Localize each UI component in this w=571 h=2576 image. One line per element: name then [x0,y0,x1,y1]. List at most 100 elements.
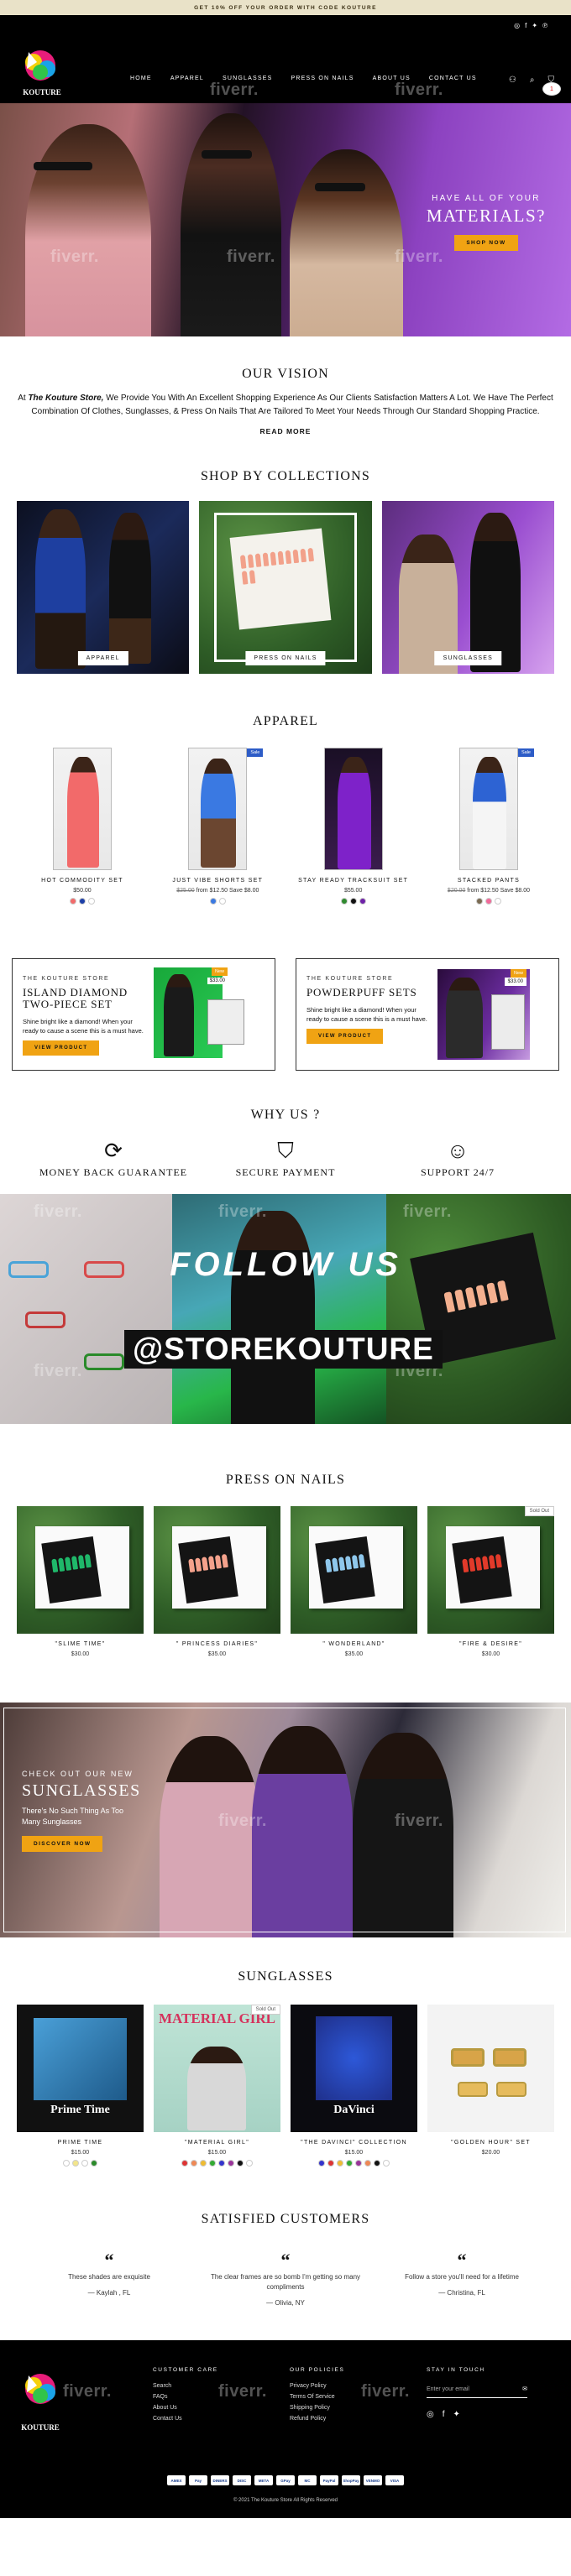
hero-title: MATERIALS? [426,206,546,226]
product-card[interactable]: Sale STACKED PANTS $20.00 from $12.50 Sa… [427,748,551,905]
view-product-button[interactable]: VIEW PRODUCT [23,1040,100,1056]
paypal-icon: PayPal [320,2475,338,2485]
product-name: HOT COMMODITY SET [41,878,123,884]
product-price: $25.00 from $12.50 Save $8.00 [176,888,259,894]
sold-out-badge: Sold Out [250,2005,280,2015]
nav-apparel[interactable]: APPAREL [170,76,204,81]
view-product-button[interactable]: VIEW PRODUCT [306,1029,384,1044]
sale-badge: Sale [517,748,534,757]
product-name: STACKED PANTS [457,878,521,884]
quote-icon: “ [280,2250,291,2271]
product-card[interactable]: "GOLDEN HOUR" SET $20.00 [427,2005,554,2167]
send-icon[interactable]: ✉ [522,2386,527,2392]
product-price: $15.00 [207,2150,227,2156]
sunglasses-banner: fiverr. fiverr. CHECK OUT OUR NEW SUNGLA… [0,1703,571,1937]
watermark: fiverr. [218,2382,267,2401]
nav-sunglasses[interactable]: SUNGLASSES [223,76,272,81]
product-name: PRIME TIME [57,2140,103,2146]
visa-icon: VISA [385,2475,404,2485]
shop-now-button[interactable]: SHOP NOW [454,235,518,251]
product-card[interactable]: Sold Out "FIRE & DESIRE" $30.00 [427,1506,554,1657]
product-price: $15.00 [344,2150,364,2156]
featured-promos: THE KOUTURE STORE ISLAND DIAMOND TWO-PIEC… [0,905,571,1071]
testimonial: “ Follow a store you'll need for a lifet… [386,2251,537,2307]
product-image [154,1506,280,1634]
cart-count-badge[interactable]: 1 [542,82,561,96]
nav-press-on-nails[interactable]: PRESS ON NAILS [291,76,354,81]
why-us-section: WHY US ? ⟳ MONEY BACK GUARANTEE ⛉ SECURE P… [0,1071,571,1179]
footer-link-search[interactable]: Search [153,2383,218,2389]
venmo-icon: VENMO [364,2475,382,2485]
product-card[interactable]: HOT COMMODITY SET $50.00 [20,748,144,905]
product-card[interactable]: DaVinci "THE DAVINCI" COLLECTION $15.00 [291,2005,417,2167]
product-card[interactable]: "SLIME TIME" $30.00 [17,1506,144,1657]
color-swatches [17,2160,144,2167]
product-card[interactable]: Prime Time PRIME TIME $15.00 [17,2005,144,2167]
product-image: Sale [458,748,534,870]
footer-link-shipping[interactable]: Shipping Policy [290,2405,344,2411]
color-swatches [427,898,551,905]
nav-about-us[interactable]: ABOUT US [373,76,411,81]
instagram-icon[interactable]: ◎ [514,22,520,29]
product-image [291,1506,417,1634]
model-shape [109,513,151,664]
facebook-icon[interactable]: f [525,22,526,29]
support-agent-icon: ☺ [446,1138,469,1163]
promo-image[interactable]: $33.00 New [437,969,530,1060]
discover-now-button[interactable]: DISCOVER NOW [22,1836,103,1852]
footer-link-contact[interactable]: Contact Us [153,2416,218,2422]
product-name: JUST VIBE SHORTS SET [172,878,264,884]
testimonials-title: SATISFIED CUSTOMERS [201,2212,370,2226]
instagram-handle[interactable]: @STOREKOUTURE [124,1330,443,1369]
nav-home[interactable]: HOME [130,76,152,81]
product-card[interactable]: MATERIAL GIRL Sold Out "MATERIAL GIRL" $… [154,2005,280,2167]
watermark: fiverr. [361,2382,410,2401]
footer-link-faqs[interactable]: FAQs [153,2394,218,2400]
footer-link-refund[interactable]: Refund Policy [290,2416,344,2422]
promo-image[interactable]: New $33.00 [154,967,244,1058]
product-card[interactable]: Sale JUST VIBE SHORTS SET $25.00 from $1… [155,748,280,905]
facebook-icon[interactable]: f [443,2410,445,2419]
account-icon[interactable]: ⚇ [509,76,516,85]
product-card[interactable]: " PRINCESS DIARIES" $35.00 [154,1506,280,1657]
announcement-bar: GET 10% OFF YOUR ORDER WITH CODE KOUTURE [0,0,571,15]
apparel-title: APPAREL [252,714,319,728]
collections-title: SHOP BY COLLECTIONS [200,469,371,483]
sunglasses-title: SUNGLASSES [238,1969,333,1984]
product-card[interactable]: STAY READY TRACKSUIT SET $55.00 [291,748,416,905]
product-image [17,1506,144,1634]
banner-kicker: CHECK OUT OUR NEW [22,1770,134,1778]
footer-wordmark: KOUTURE [21,2423,60,2432]
footer-socials: ◎ f ✦ [427,2410,527,2419]
why-secure: ⛉ SECURE PAYMENT [206,1138,365,1179]
watermark: fiverr. [210,81,259,99]
newsletter-email-input[interactable]: Enter your email ✉ [427,2383,527,2398]
color-swatches [20,898,144,905]
collection-sunglasses[interactable]: SUNGLASSES [381,501,554,674]
search-icon[interactable]: ⌕ [530,76,535,85]
collection-press-on-nails[interactable]: PRESS ON NAILS [199,501,372,674]
twitter-icon[interactable]: ✦ [532,22,537,29]
product-card[interactable]: " WONDERLAND" $35.00 [291,1506,417,1657]
instagram-follow-banner[interactable]: fiverr. fiverr. fiverr. fiverr. fiverr. … [0,1194,571,1424]
read-more-link[interactable]: READ MORE [10,427,561,435]
twitter-icon[interactable]: ✦ [453,2410,460,2419]
footer-link-about[interactable]: About Us [153,2405,218,2411]
testimonial: “ These shades are exquisite — Kaylah , … [34,2251,185,2307]
why-money-back: ⟳ MONEY BACK GUARANTEE [34,1138,193,1179]
instagram-icon[interactable]: ◎ [427,2410,434,2419]
follow-title: FOLLOW US [170,1246,401,1283]
product-name: "THE DAVINCI" COLLECTION [301,2140,407,2146]
google-pay-icon: GPay [276,2475,295,2485]
product-name: "FIRE & DESIRE" [458,1641,523,1647]
footer-logo[interactable] [18,2370,62,2422]
footer-link-terms[interactable]: Terms Of Service [290,2394,344,2400]
collection-apparel[interactable]: APPAREL [17,501,190,674]
product-name: "MATERIAL GIRL" [185,2140,249,2146]
product-price: $20.00 from $12.50 Save $8.00 [447,888,531,894]
model-shape [35,509,86,669]
nav-contact-us[interactable]: CONTACT US [429,76,477,81]
footer-link-privacy[interactable]: Privacy Policy [290,2383,344,2389]
collection-label: APPAREL [77,651,128,665]
pinterest-icon[interactable]: ℗ [542,22,547,29]
